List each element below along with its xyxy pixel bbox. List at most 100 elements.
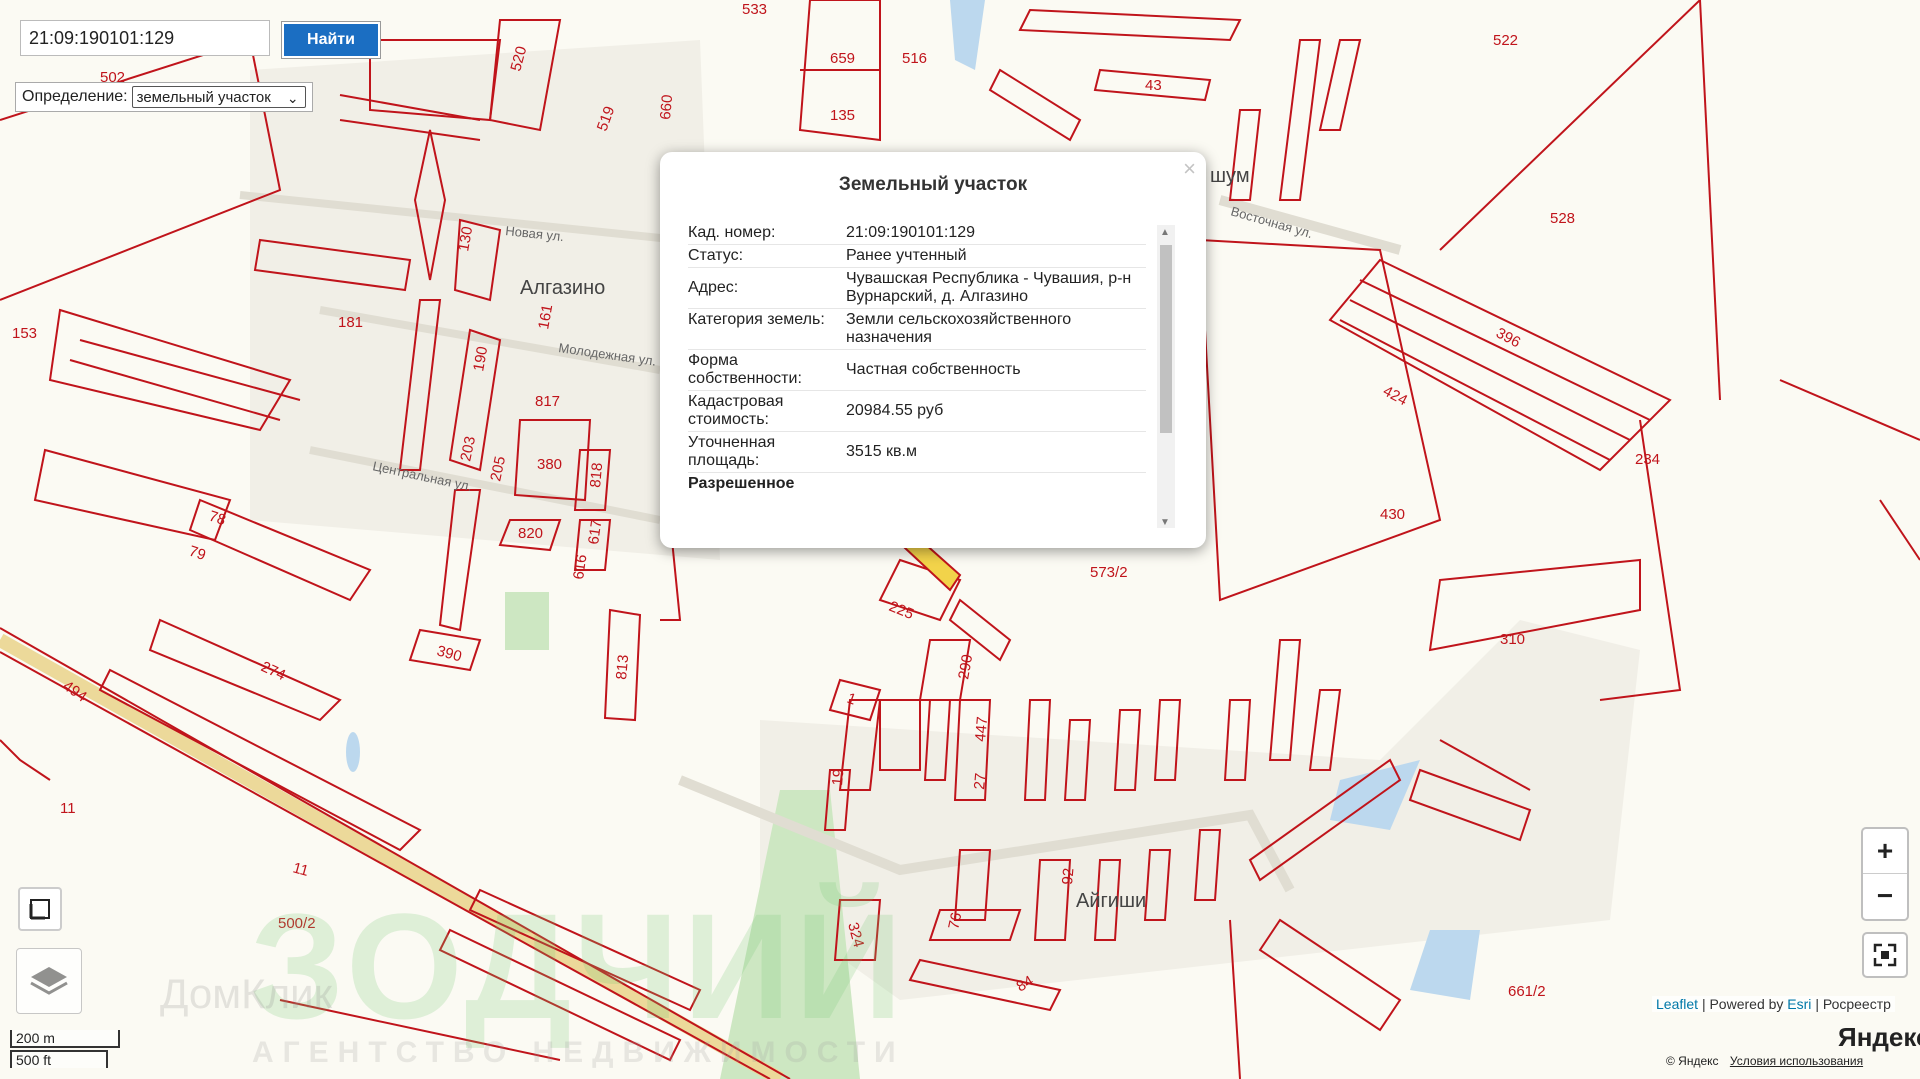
parcel-label: 430 bbox=[1380, 506, 1405, 523]
table-row: Уточненная площадь: 3515 кв.м bbox=[688, 432, 1146, 473]
row-key: Разрешенное bbox=[688, 475, 795, 492]
parcel-label: 617 bbox=[585, 518, 605, 545]
yandex-logo: Яндекс bbox=[1838, 1022, 1920, 1052]
row-key: Кад. номер: bbox=[688, 224, 776, 241]
parcel-label: 135 bbox=[830, 107, 855, 124]
esri-link[interactable]: Esri bbox=[1787, 996, 1811, 1012]
table-row: Категория земель: Земли сельскохозяйстве… bbox=[688, 309, 1146, 350]
popup-title: Земельный участок bbox=[838, 174, 1028, 195]
parcel-label: 818 bbox=[587, 462, 606, 488]
watermark-logo: ЗОДЧИЙ bbox=[250, 882, 907, 1050]
search-button[interactable]: Найти bbox=[281, 21, 381, 59]
parcel-label: 390 bbox=[435, 642, 464, 665]
parcel-label: 234 bbox=[1635, 451, 1660, 468]
parcel-popup: × Земельный участок Кад. номер: 21:09:19… bbox=[660, 152, 1206, 548]
layers-icon bbox=[30, 967, 68, 995]
parcel-label: 817 bbox=[535, 393, 560, 410]
zoom-control: + − bbox=[1861, 827, 1909, 921]
place-label: Алгазино bbox=[520, 277, 605, 299]
parcel-label: 274 bbox=[258, 658, 288, 684]
street-label: Восточная ул. bbox=[1229, 203, 1314, 241]
definition-control: Определение: земельный участок ⌄ bbox=[15, 82, 313, 112]
definition-select[interactable]: земельный участок ⌄ bbox=[131, 86, 306, 108]
parcel-label: 659 bbox=[830, 50, 855, 67]
powered-by-text: Powered by bbox=[1709, 996, 1784, 1012]
row-key: Уточненная площадь: bbox=[688, 434, 776, 469]
scale-bar: 200 m 500 ft bbox=[10, 1030, 120, 1068]
map-attribution: Leaflet | Powered by Esri | Росреестр bbox=[1652, 996, 1895, 1012]
parcel-label: 813 bbox=[613, 654, 632, 680]
parcel-label: 380 bbox=[537, 456, 562, 473]
scroll-up-icon[interactable]: ▲ bbox=[1160, 227, 1170, 238]
parcel-label: 181 bbox=[338, 314, 363, 331]
parcel-label: 616 bbox=[570, 553, 590, 580]
zoom-in-button[interactable]: + bbox=[1863, 829, 1907, 874]
zoom-out-button[interactable]: − bbox=[1863, 874, 1907, 918]
parcel-label: 660 bbox=[657, 94, 676, 120]
scrollbar-thumb[interactable] bbox=[1160, 245, 1172, 433]
terms-link[interactable]: Условия использования bbox=[1730, 1054, 1863, 1068]
popup-scrollbar[interactable]: ▲ ▼ bbox=[1157, 225, 1175, 528]
scale-metric: 200 m bbox=[10, 1030, 120, 1048]
place-label: Айгиши bbox=[1076, 890, 1146, 912]
parcel-label: 424 bbox=[1380, 383, 1410, 410]
parcel-label: 92 bbox=[1059, 867, 1077, 885]
fullscreen-button[interactable] bbox=[1862, 932, 1908, 978]
parcel-label: 516 bbox=[902, 50, 927, 67]
water-body bbox=[950, 0, 985, 70]
parcel-label: 78 bbox=[207, 508, 228, 529]
leaflet-link[interactable]: Leaflet bbox=[1656, 996, 1698, 1012]
rosreestr-text: Росреестр bbox=[1822, 996, 1891, 1012]
table-row: Адрес: Чувашская Республика - Чувашия, р… bbox=[688, 268, 1146, 309]
parcel-label: 447 bbox=[972, 716, 991, 742]
watermark-partner: ДомКлик bbox=[160, 970, 332, 1017]
parcel-label: 27 bbox=[971, 772, 989, 790]
parcel-label: 310 bbox=[1500, 631, 1525, 648]
popup-info-table: Кад. номер: 21:09:190101:129 Статус: Ран… bbox=[688, 222, 1146, 526]
row-key: Кадастровая стоимость: bbox=[688, 393, 784, 428]
row-value: Земли сельскохозяйственного назначения bbox=[846, 311, 1072, 346]
search-input[interactable] bbox=[20, 20, 270, 56]
row-key: Категория земель: bbox=[688, 311, 825, 328]
parcel-label: 19 bbox=[829, 768, 847, 786]
place-label: шум bbox=[1210, 165, 1250, 187]
definition-selected-value: земельный участок bbox=[136, 89, 271, 106]
green-area bbox=[505, 592, 549, 650]
parcel-label: 573/2 bbox=[1090, 564, 1128, 581]
ruler-icon bbox=[29, 899, 50, 920]
table-row: Форма собственности: Частная собственнос… bbox=[688, 350, 1146, 391]
row-key: Статус: bbox=[688, 247, 744, 264]
row-value: Чувашская Республика - Чувашия, р-н Вурн… bbox=[846, 270, 1132, 305]
table-row: Статус: Ранее учтенный bbox=[688, 245, 1146, 268]
scale-imperial: 500 ft bbox=[10, 1050, 108, 1068]
row-value bbox=[846, 473, 1146, 495]
row-value: Ранее учтенный bbox=[846, 247, 967, 264]
parcel-label: 290 bbox=[955, 653, 976, 681]
row-key: Адрес: bbox=[688, 279, 739, 296]
parcel-label: 661/2 bbox=[1508, 983, 1546, 1000]
parcel-label: 79 bbox=[187, 543, 208, 564]
layers-button[interactable] bbox=[16, 948, 82, 1014]
table-row: Разрешенное bbox=[688, 473, 1146, 495]
row-value: 3515 кв.м bbox=[846, 443, 917, 460]
scroll-down-icon[interactable]: ▼ bbox=[1160, 517, 1170, 528]
table-row: Кад. номер: 21:09:190101:129 bbox=[688, 222, 1146, 245]
parcel-label: 43 bbox=[1145, 77, 1162, 94]
measure-button[interactable] bbox=[18, 887, 62, 931]
row-value: Частная собственность bbox=[846, 361, 1021, 378]
parcel-label: 76 bbox=[945, 911, 965, 931]
copyright-text: © Яндекс bbox=[1666, 1054, 1719, 1068]
row-value: 20984.55 руб bbox=[846, 402, 944, 419]
watermark-tagline: АГЕНТСТВО НЕДВИЖИМОСТИ bbox=[252, 1036, 905, 1069]
parcel-label: 522 bbox=[1493, 32, 1518, 49]
table-row: Кадастровая стоимость: 20984.55 руб bbox=[688, 391, 1146, 432]
parcel-label: 533 bbox=[742, 1, 767, 18]
definition-label: Определение: bbox=[22, 88, 128, 105]
fullscreen-icon bbox=[1873, 943, 1897, 967]
parcel-label: 11 bbox=[291, 859, 310, 879]
yandex-copyright: © Яндекс Условия использования bbox=[1666, 1054, 1863, 1068]
parcel-label: 528 bbox=[1550, 210, 1575, 227]
chevron-down-icon: ⌄ bbox=[286, 90, 299, 106]
pond bbox=[346, 732, 360, 772]
parcel-label: 225 bbox=[887, 598, 917, 623]
